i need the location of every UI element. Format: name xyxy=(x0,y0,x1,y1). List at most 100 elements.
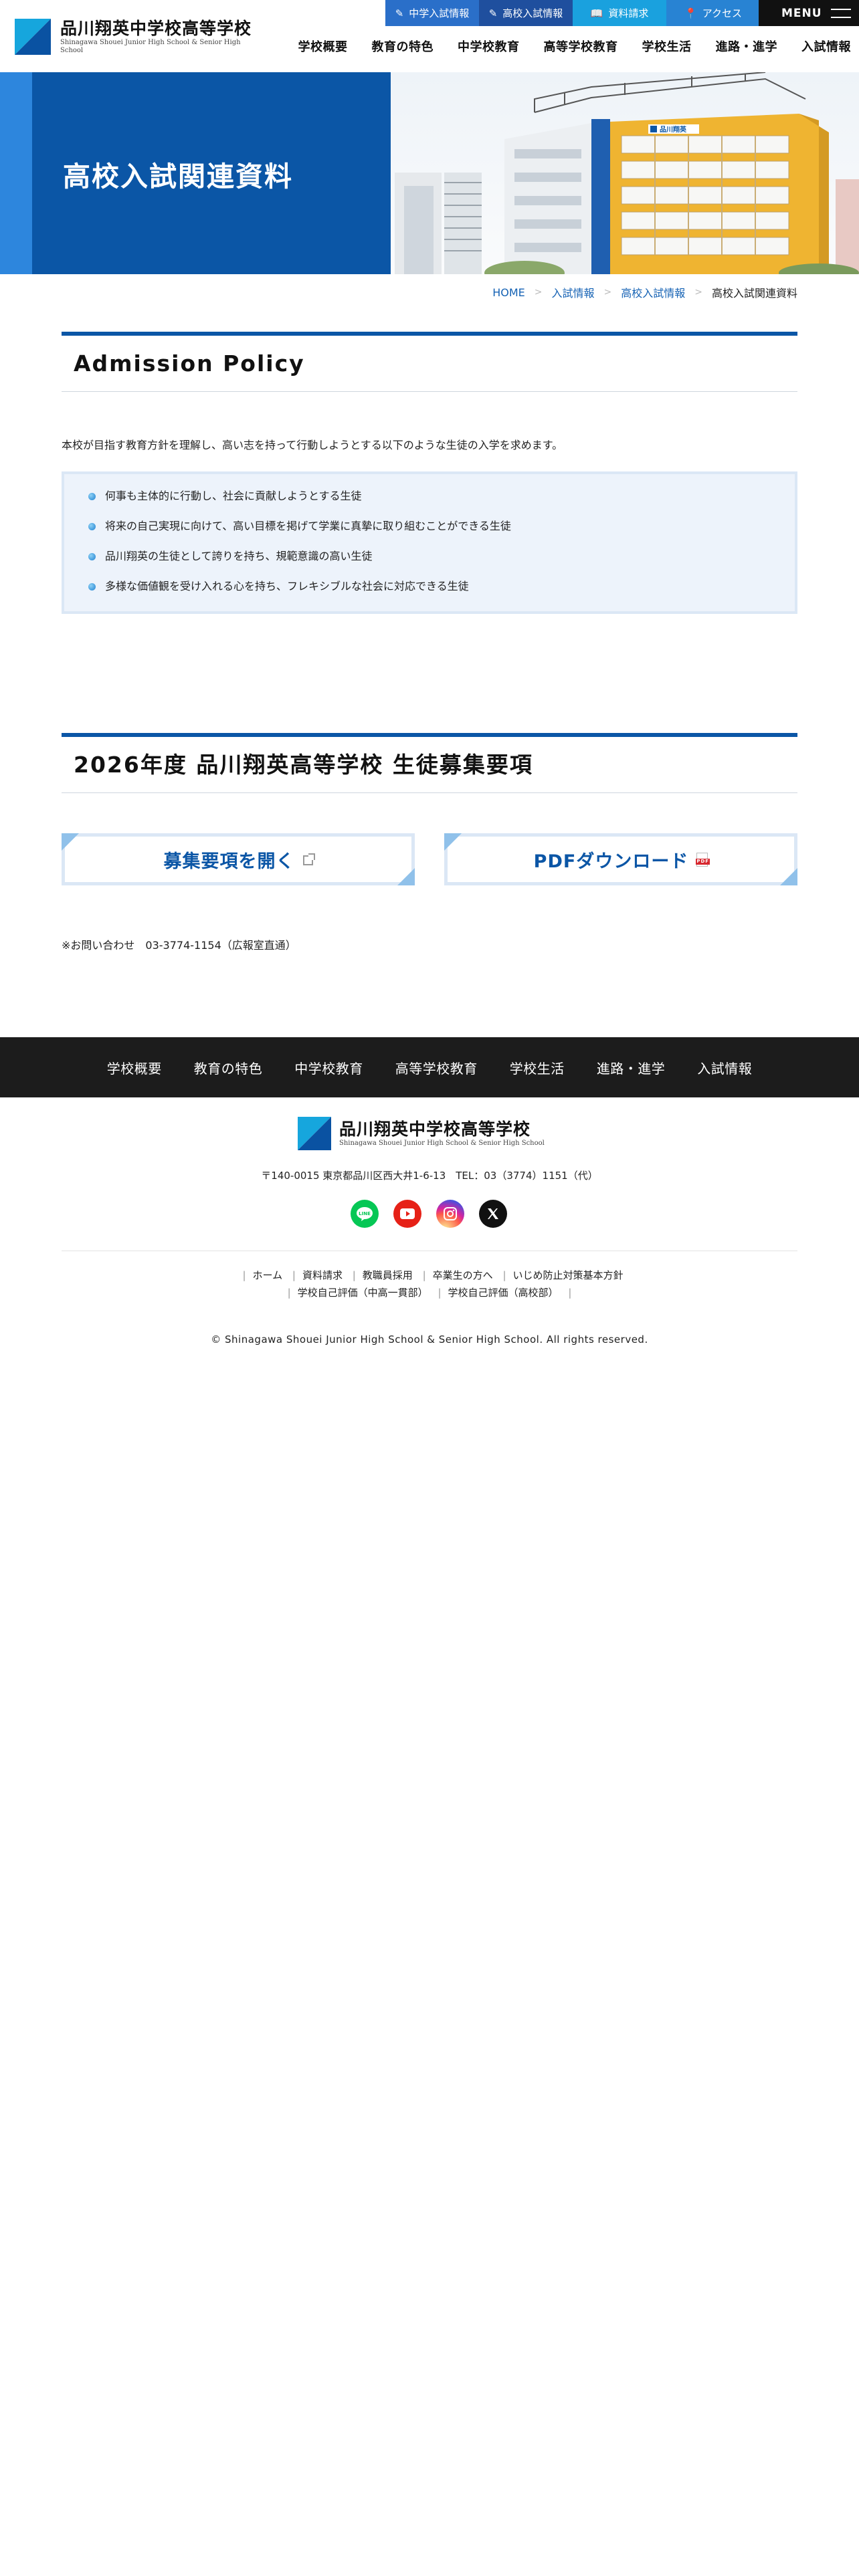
svg-text:LINE: LINE xyxy=(359,1211,371,1216)
recruit-heading: 2026年度 品川翔英高等学校 生徒募集要項 xyxy=(74,752,533,778)
footer-logo-subtitle: Shinagawa Shouei Junior High School & Se… xyxy=(339,1140,545,1147)
pdf-download-label: PDFダウンロード xyxy=(533,851,689,872)
policy-item-text: 多様な価値観を受け入れる心を持ち、フレキシブルな社会に対応できる生徒 xyxy=(105,580,469,593)
social-links: LINE xyxy=(351,1200,507,1228)
nav-item-junior[interactable]: 中学校教育 xyxy=(458,37,520,55)
page-hero: 高校入試関連資料 品川翔英 xyxy=(0,72,859,274)
junior-exam-info-label: 中学入試情報 xyxy=(409,7,470,19)
list-item: 将来の自己実現に向けて、高い目標を掲げて学業に真摯に取り組むことができる生徒 xyxy=(88,519,795,534)
footer-nav-school-life[interactable]: 学校生活 xyxy=(510,1058,565,1077)
policy-intro: 本校が目指す教育方針を理解し、高い志を持って行動しようとする以下のような生徒の入… xyxy=(62,439,563,451)
footer-logo-text: 品川翔英中学校高等学校 Shinagawa Shouei Junior High… xyxy=(339,1119,545,1148)
footer-link-alumni[interactable]: 卒業生の方へ xyxy=(433,1269,493,1281)
logo-subtitle: Shinagawa Shouei Junior High School & Se… xyxy=(60,39,241,54)
external-link-icon xyxy=(302,853,315,865)
list-item: 何事も主体的に行動し、社会に貢献しようとする生徒 xyxy=(88,489,795,504)
school-address: 〒140-0015 東京都品川区西大井1-6-13 TEL：03（3774）11… xyxy=(261,1170,598,1182)
footer-nav-career[interactable]: 進路・進学 xyxy=(597,1058,666,1077)
policy-item-text: 品川翔英の生徒として誇りを持ち、規範意識の高い生徒 xyxy=(105,550,373,562)
page-title: 高校入試関連資料 xyxy=(63,160,293,193)
corner-decoration xyxy=(62,833,79,851)
request-materials-button[interactable]: 📖 資料請求 xyxy=(573,0,666,26)
contact-info: ※お問い合わせ 03-3774-1154（広報室直通） xyxy=(62,939,296,952)
footer-link-home[interactable]: ホーム xyxy=(253,1269,283,1281)
map-pin-icon: 📍 xyxy=(684,7,697,19)
book-icon: 📖 xyxy=(590,7,603,19)
copyright: © Shinagawa Shouei Junior High School & … xyxy=(211,1333,648,1346)
breadcrumb-senior-admissions[interactable]: 高校入試情報 xyxy=(621,284,685,300)
list-item: 多様な価値観を受け入れる心を持ち、フレキシブルな社会に対応できる生徒 xyxy=(88,579,795,594)
corner-decoration xyxy=(444,833,462,851)
footer-link-self-eval-high[interactable]: 学校自己評価（高校部） xyxy=(448,1287,559,1299)
bullet-icon xyxy=(88,582,96,591)
recruit-heading-block: 2026年度 品川翔英高等学校 生徒募集要項 xyxy=(62,733,797,793)
nav-item-school-life[interactable]: 学校生活 xyxy=(642,37,692,55)
school-building-image: 品川翔英 xyxy=(391,72,859,274)
pencil-icon: ✎ xyxy=(488,7,498,19)
open-guidelines-label: 募集要項を開く xyxy=(163,851,295,872)
admission-policy-heading: Admission Policy xyxy=(74,350,305,377)
footer-logo[interactable]: 品川翔英中学校高等学校 Shinagawa Shouei Junior High… xyxy=(298,1117,545,1150)
menu-button[interactable]: MENU xyxy=(759,0,859,26)
site-header: 品川翔英中学校高等学校 Shinagawa Shouei Junior High… xyxy=(0,0,859,72)
nav-item-about[interactable]: 学校概要 xyxy=(298,37,348,55)
hamburger-icon xyxy=(831,9,851,18)
pdf-file-icon xyxy=(696,852,710,867)
youtube-icon[interactable] xyxy=(393,1200,421,1228)
footer-logo-title: 品川翔英中学校高等学校 xyxy=(339,1119,531,1139)
list-item: 品川翔英の生徒として誇りを持ち、規範意識の高い生徒 xyxy=(88,549,795,564)
global-nav: 学校概要 教育の特色 中学校教育 高等学校教育 学校生活 進路・進学 入試情報 xyxy=(298,37,852,55)
breadcrumb-home[interactable]: HOME xyxy=(492,286,525,299)
breadcrumb-current: 高校入試関連資料 xyxy=(711,287,797,300)
breadcrumb-admissions[interactable]: 入試情報 xyxy=(551,284,594,300)
bullet-icon xyxy=(88,552,96,560)
x-icon[interactable] xyxy=(479,1200,507,1228)
policy-item-text: 将来の自己実現に向けて、高い目標を掲げて学業に真摯に取り組むことができる生徒 xyxy=(105,520,511,532)
policy-list: 何事も主体的に行動し、社会に貢献しようとする生徒 将来の自己実現に向けて、高い目… xyxy=(62,471,797,614)
chevron-right-icon: > xyxy=(534,287,543,298)
pencil-icon: ✎ xyxy=(395,7,404,19)
corner-decoration xyxy=(780,868,797,885)
footer-link-self-eval-integrated[interactable]: 学校自己評価（中高一貫部） xyxy=(298,1287,428,1299)
site-logo[interactable]: 品川翔英中学校高等学校 Shinagawa Shouei Junior High… xyxy=(15,19,261,55)
senior-exam-info-label: 高校入試情報 xyxy=(502,7,563,19)
policy-item-text: 何事も主体的に行動し、社会に貢献しようとする生徒 xyxy=(105,490,362,502)
instagram-icon[interactable] xyxy=(436,1200,464,1228)
footer-nav-about[interactable]: 学校概要 xyxy=(107,1058,162,1077)
footer-nav-admissions[interactable]: 入試情報 xyxy=(697,1058,752,1077)
line-icon[interactable]: LINE xyxy=(351,1200,379,1228)
bullet-icon xyxy=(88,522,96,530)
nav-item-admissions[interactable]: 入試情報 xyxy=(801,37,851,55)
junior-exam-info-button[interactable]: ✎ 中学入試情報 xyxy=(385,0,479,26)
hero-accent-stripe xyxy=(0,72,32,274)
footer-links-row-2: | 学校自己評価（中高一貫部） | 学校自己評価（高校部） | xyxy=(287,1287,572,1299)
breadcrumb: HOME > 入試情報 > 高校入試情報 > 高校入試関連資料 xyxy=(492,284,797,300)
senior-exam-info-button[interactable]: ✎ 高校入試情報 xyxy=(479,0,573,26)
utility-bar: ✎ 中学入試情報 ✎ 高校入試情報 📖 資料請求 📍 アクセス xyxy=(385,0,760,26)
corner-decoration xyxy=(397,868,415,885)
nav-item-features[interactable]: 教育の特色 xyxy=(372,37,434,55)
menu-label: MENU xyxy=(781,6,822,20)
request-materials-label: 資料請求 xyxy=(608,7,649,19)
footer-link-recruitment[interactable]: 教職員採用 xyxy=(363,1269,413,1281)
pdf-download-button[interactable]: PDFダウンロード xyxy=(444,833,797,885)
nav-item-career[interactable]: 進路・進学 xyxy=(716,37,778,55)
access-label: アクセス xyxy=(702,7,742,19)
footer-link-materials[interactable]: 資料請求 xyxy=(302,1269,343,1281)
footer-nav-features[interactable]: 教育の特色 xyxy=(194,1058,263,1077)
building-sign-text: 品川翔英 xyxy=(660,125,687,134)
access-button[interactable]: 📍 アクセス xyxy=(666,0,760,26)
nav-item-senior[interactable]: 高等学校教育 xyxy=(544,37,618,55)
chevron-right-icon: > xyxy=(603,287,612,298)
chevron-right-icon: > xyxy=(694,287,702,298)
logo-mark-icon xyxy=(298,1117,331,1150)
open-guidelines-button[interactable]: 募集要項を開く xyxy=(62,833,415,885)
logo-mark-icon xyxy=(15,19,51,55)
logo-title: 品川翔英中学校高等学校 xyxy=(60,19,252,38)
admission-policy-heading-block: Admission Policy xyxy=(62,332,797,392)
footer-nav-senior[interactable]: 高等学校教育 xyxy=(395,1058,478,1077)
bullet-icon xyxy=(88,492,96,500)
logo-text: 品川翔英中学校高等学校 Shinagawa Shouei Junior High… xyxy=(60,19,261,55)
footer-nav-junior[interactable]: 中学校教育 xyxy=(294,1058,363,1077)
footer-link-anti-bullying[interactable]: いじめ防止対策基本方針 xyxy=(513,1269,624,1281)
